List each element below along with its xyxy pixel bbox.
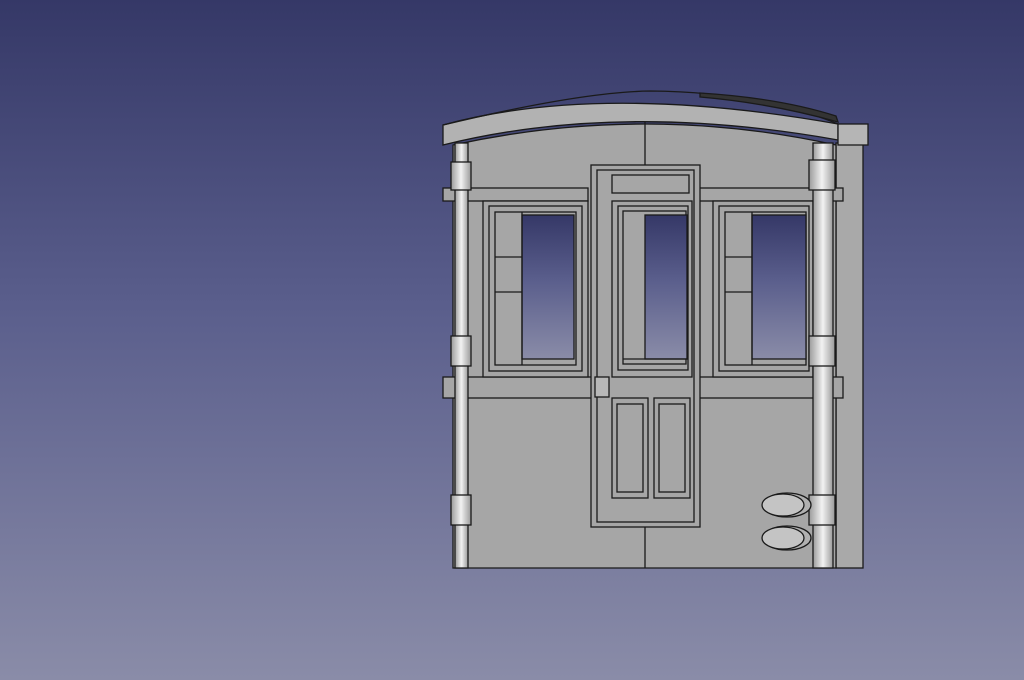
handrail-right: [808, 142, 836, 569]
door: [590, 164, 701, 528]
buffer-lamp-upper: [761, 492, 812, 518]
roof-end-cap: [837, 123, 869, 146]
side-wall: [835, 142, 864, 569]
door-handle: [594, 376, 610, 398]
right-window: [712, 200, 814, 378]
door-window: [644, 214, 688, 360]
carriage-end-model[interactable]: [0, 0, 1024, 680]
left-window: [482, 200, 589, 378]
3d-viewport[interactable]: [0, 0, 1024, 680]
buffer-lamp-lower: [761, 525, 812, 551]
